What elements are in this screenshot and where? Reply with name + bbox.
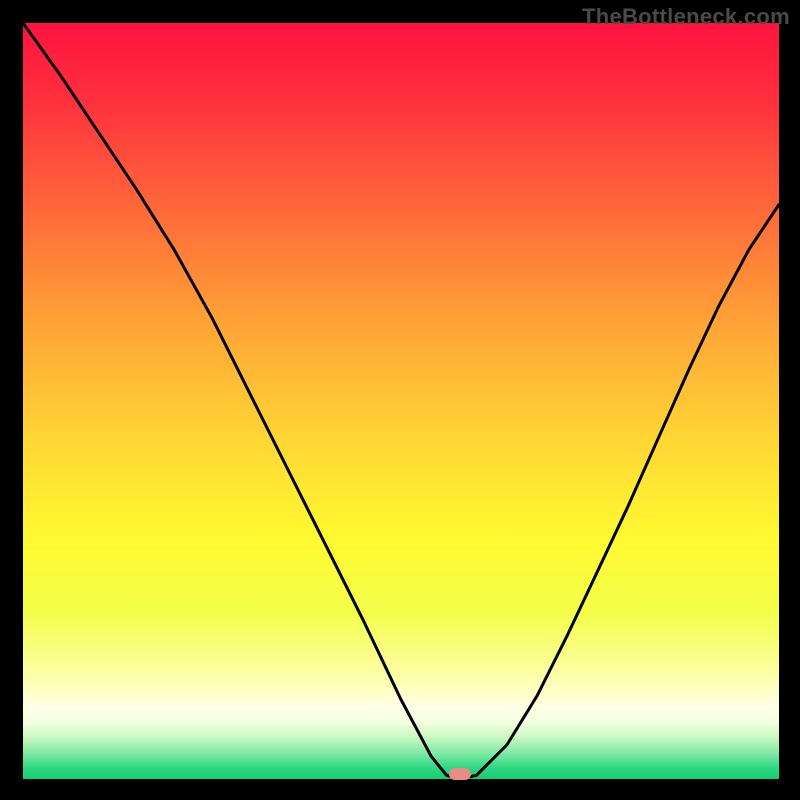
outer-frame: TheBottleneck.com [0,0,800,800]
optimum-marker [449,768,471,780]
watermark-text: TheBottleneck.com [582,4,790,30]
gradient-plot-area [23,23,779,779]
